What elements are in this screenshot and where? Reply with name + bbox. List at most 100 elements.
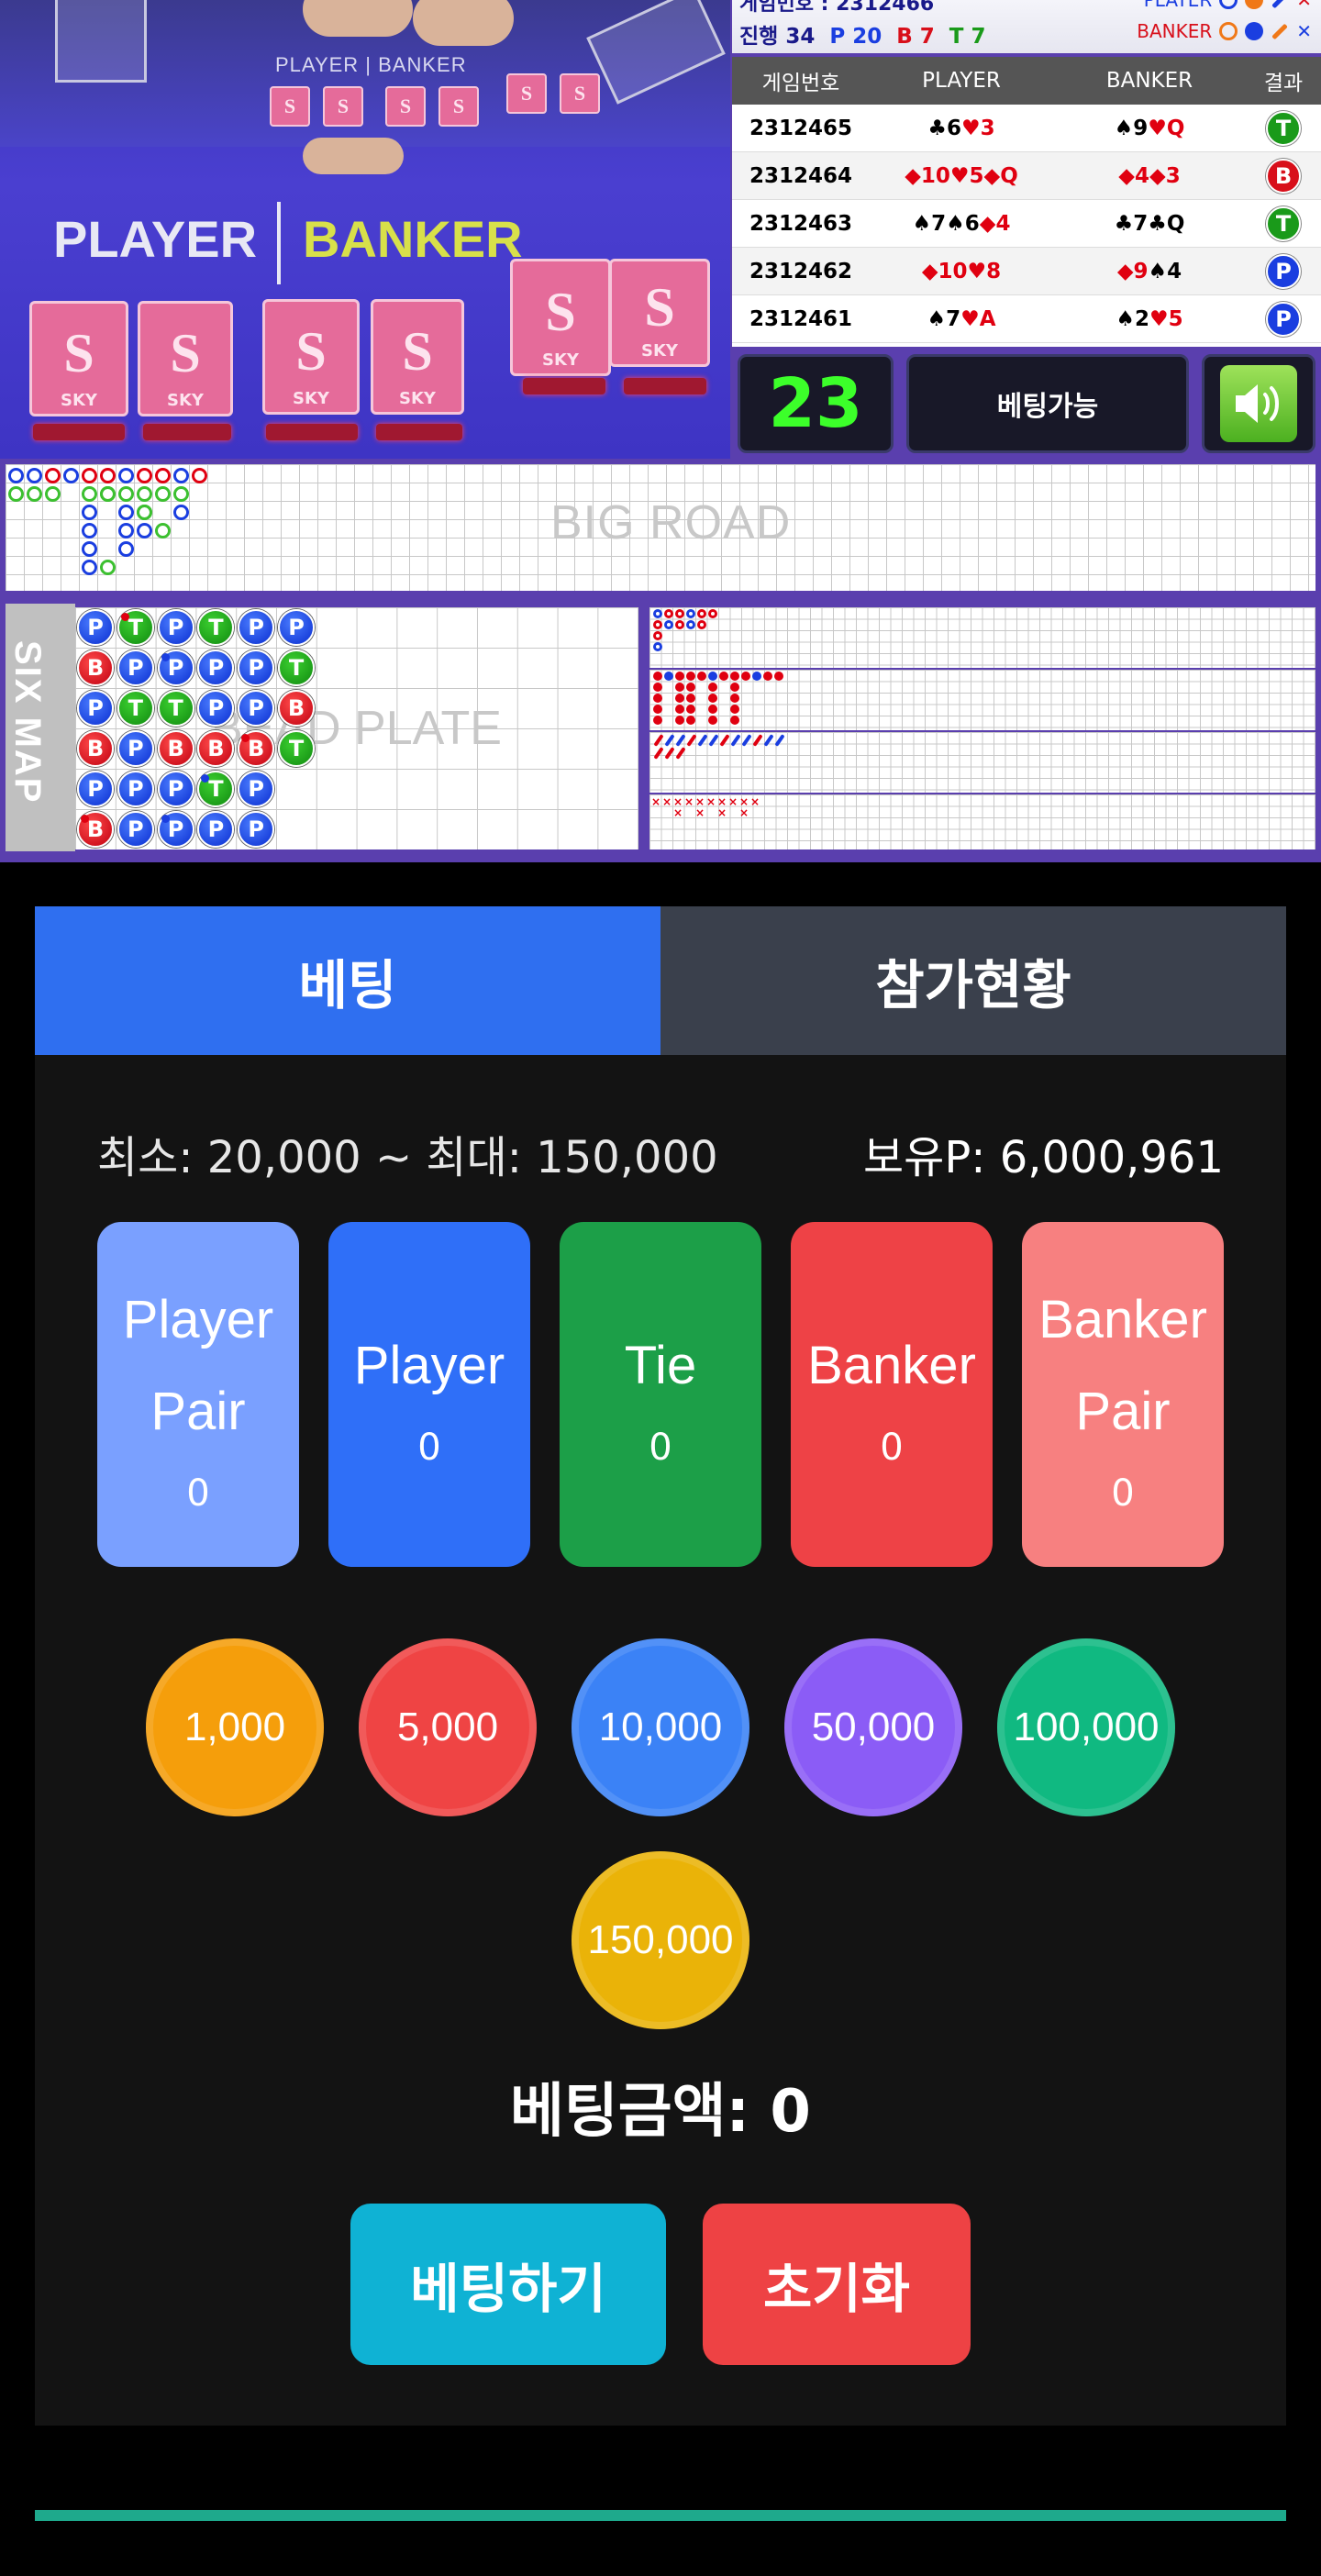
- road-ring: [675, 620, 684, 629]
- card: S: [506, 73, 547, 114]
- bead-P: P: [157, 771, 194, 807]
- bead-T: T: [157, 690, 194, 727]
- bet-limits: 최소: 20,000 ~ 최대: 150,000: [97, 1132, 718, 1183]
- bet-tie[interactable]: Tie 0: [560, 1222, 761, 1567]
- banker-legend: BANKER ✕: [1137, 20, 1312, 42]
- cockroach-road: [649, 732, 1315, 793]
- road-dot: [763, 672, 772, 681]
- road-dot: [686, 672, 695, 681]
- road-ring: [82, 505, 97, 520]
- bet-name: Tie: [624, 1336, 697, 1395]
- player-label: PLAYER: [53, 209, 258, 268]
- bead-B: B: [77, 650, 114, 686]
- row-result: T: [1246, 200, 1321, 247]
- road-x: ×: [662, 795, 672, 808]
- dealer-hand: [413, 0, 514, 46]
- result-row: 2312462 ◆10 ♥8 ◆9 ♠4 P: [732, 248, 1321, 295]
- row-game-id: 2312465: [749, 116, 853, 140]
- road-ring: [118, 541, 134, 557]
- col-result: 결과: [1263, 72, 1304, 95]
- road-dot: [719, 672, 728, 681]
- chip-5000[interactable]: 5,000: [359, 1638, 537, 1816]
- row-result: P: [1246, 295, 1321, 342]
- result-row: 2312465 ♣6 ♥3 ♠9 ♥Q T: [732, 105, 1321, 152]
- reset-button[interactable]: 초기화: [703, 2204, 971, 2365]
- road-x: ×: [728, 795, 738, 808]
- road-ring: [137, 468, 152, 483]
- chip-10000[interactable]: 10,000: [572, 1638, 749, 1816]
- bead-P: P: [238, 650, 275, 686]
- road-ring: [192, 468, 207, 483]
- bead-T: T: [117, 690, 154, 727]
- road-ring: [63, 468, 79, 483]
- road-dot: [653, 694, 662, 703]
- card-value: ♠7: [912, 211, 947, 236]
- bet-banker-pair[interactable]: Banker Pair 0: [1022, 1222, 1224, 1567]
- bead-P: P: [77, 771, 114, 807]
- row-player-cards: ♣6 ♥3: [870, 105, 1053, 151]
- road-ring: [155, 486, 171, 502]
- card-value: ◆Q: [983, 163, 1018, 188]
- card-value: ♣6: [927, 116, 961, 140]
- bet-amount: 0: [649, 1427, 672, 1469]
- card-value: ◆10: [921, 259, 968, 283]
- x-icon: ✕: [1296, 0, 1312, 11]
- speaker-icon[interactable]: [1220, 365, 1297, 442]
- row-banker-cards: ♠2 ♥5: [1053, 295, 1246, 342]
- bet-name: Player Pair: [122, 1290, 274, 1441]
- bead-P: P: [117, 730, 154, 767]
- road-x: ×: [651, 795, 661, 808]
- card-slot: [143, 424, 231, 440]
- held-points: 보유P: 6,000,961: [863, 1132, 1224, 1183]
- col-game-id: 게임번호: [761, 72, 840, 95]
- road-dot: [774, 672, 783, 681]
- chip-150000[interactable]: 150,000: [572, 1851, 749, 2029]
- bet-total: 베팅금액: 0: [510, 2078, 811, 2146]
- road-ring: [686, 620, 695, 629]
- result-row: 2312464 ◆10 ♥5 ◆Q ◆4 ◆3 B: [732, 152, 1321, 200]
- road-dot: [708, 705, 717, 714]
- col-player: PLAYER: [922, 69, 1001, 93]
- tab-betting[interactable]: 베팅: [35, 906, 660, 1055]
- bet-name: Banker: [807, 1336, 976, 1395]
- card-value: ♠9: [1114, 116, 1149, 140]
- result-badge: T: [1266, 110, 1301, 146]
- player-banker-label: PLAYER BANKER: [53, 202, 523, 284]
- road-ring: [708, 609, 717, 618]
- card-value: ♣7: [1114, 211, 1149, 236]
- road-dot: [675, 716, 684, 725]
- bet-player-pair[interactable]: Player Pair 0: [97, 1222, 299, 1567]
- game-area: PLAYER | BANKER S S S S S S PLAYER BANKER…: [0, 0, 1321, 862]
- place-bet-button[interactable]: 베팅하기: [350, 2204, 666, 2365]
- bet-banker[interactable]: Banker 0: [791, 1222, 993, 1567]
- road-ring: [8, 468, 24, 483]
- road-ring: [118, 505, 134, 520]
- sound-toggle[interactable]: [1202, 354, 1315, 453]
- road-dot: [686, 694, 695, 703]
- chip-50000[interactable]: 50,000: [784, 1638, 962, 1816]
- ring-icon: [1219, 22, 1238, 40]
- chip-100000[interactable]: 100,000: [997, 1638, 1175, 1816]
- bead-P: P: [77, 609, 114, 646]
- betting-panel: 베팅 참가현황 최소: 20,000 ~ 최대: 150,000 보유P: 6,…: [35, 906, 1286, 2426]
- road-ring: [82, 523, 97, 539]
- results-panel: 게임번호 : 2312466 진행 34 P 20 B 7T 7 PLAYER ✕ …: [732, 0, 1321, 347]
- road-dot: [653, 683, 662, 692]
- bead-B: B: [278, 690, 315, 727]
- bead-B: B: [77, 730, 114, 767]
- banker-label: BANKER: [303, 209, 523, 268]
- chip-1000[interactable]: 1,000: [146, 1638, 324, 1816]
- slash-icon: [1271, 23, 1289, 39]
- road-dot: [708, 672, 717, 681]
- card-value: ◆4: [1118, 163, 1149, 188]
- road-ring: [653, 642, 662, 651]
- tab-participants[interactable]: 참가현황: [660, 906, 1286, 1055]
- road-ring: [100, 560, 116, 575]
- countdown-timer: 23: [738, 354, 894, 453]
- road-ring: [653, 609, 662, 618]
- row-banker-cards: ◆9 ♠4: [1053, 248, 1246, 294]
- bead-P: P: [238, 771, 275, 807]
- road-ring: [27, 468, 42, 483]
- road-x: ×: [706, 795, 716, 808]
- bet-player[interactable]: Player 0: [328, 1222, 530, 1567]
